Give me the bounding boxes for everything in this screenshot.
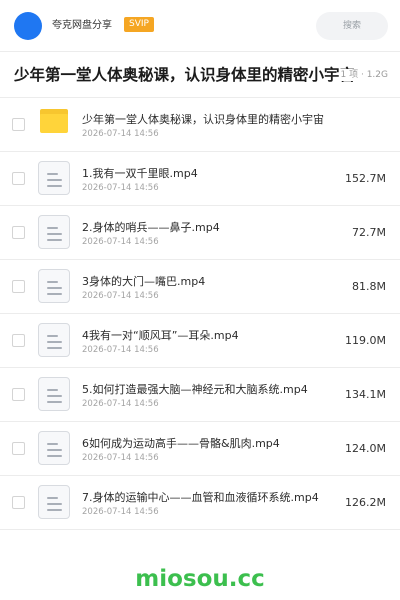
file-row[interactable]: 2.身体的哨兵——鼻子.mp4 2026-07-14 14:56 72.7M [0, 206, 400, 260]
top-header: 夸克网盘分享 SVIP 搜索 [0, 0, 400, 52]
file-date: 2026-07-14 14:56 [82, 183, 159, 193]
file-name: 少年第一堂人体奥秘课，认识身体里的精密小宇宙 [82, 113, 324, 126]
file-date: 2026-07-14 14:56 [82, 399, 159, 409]
app-title: 夸克网盘分享 [52, 20, 112, 31]
file-row[interactable]: 6如何成为运动高手——骨骼&肌肉.mp4 2026-07-14 14:56 12… [0, 422, 400, 476]
file-date: 2026-07-14 14:56 [82, 507, 159, 517]
file-size: 126.2M [345, 496, 386, 509]
site-watermark: miosou.cc [135, 566, 265, 592]
file-size: 124.0M [345, 442, 386, 455]
file-size: 152.7M [345, 172, 386, 185]
file-row-folder[interactable]: 少年第一堂人体奥秘课，认识身体里的精密小宇宙 2026-07-14 14:56 [0, 98, 400, 152]
file-size: 72.7M [352, 226, 386, 239]
video-file-icon [38, 377, 70, 411]
file-row[interactable]: 5.如何打造最强大脑—神经元和大脑系统.mp4 2026-07-14 14:56… [0, 368, 400, 422]
file-date: 2026-07-14 14:56 [82, 291, 159, 301]
row-checkbox[interactable] [12, 442, 25, 455]
share-title-row: 少年第一堂人体奥秘课，认识身体里的精密小宇宙 1 项 · 1.2G [0, 52, 400, 98]
video-file-icon [38, 485, 70, 519]
file-name: 7.身体的运输中心——血管和血液循环系统.mp4 [82, 491, 319, 504]
file-row[interactable]: 7.身体的运输中心——血管和血液循环系统.mp4 2026-07-14 14:5… [0, 476, 400, 530]
row-checkbox[interactable] [12, 334, 25, 347]
file-name: 2.身体的哨兵——鼻子.mp4 [82, 221, 220, 234]
svip-badge: SVIP [124, 17, 154, 32]
row-checkbox[interactable] [12, 388, 25, 401]
file-size: 134.1M [345, 388, 386, 401]
file-name: 6如何成为运动高手——骨骼&肌肉.mp4 [82, 437, 280, 450]
share-meta: 1 项 · 1.2G [338, 69, 388, 81]
file-list: 少年第一堂人体奥秘课，认识身体里的精密小宇宙 2026-07-14 14:56 … [0, 98, 400, 530]
video-file-icon [38, 323, 70, 357]
file-date: 2026-07-14 14:56 [82, 237, 159, 247]
search-input[interactable]: 搜索 [316, 12, 388, 40]
avatar[interactable] [14, 12, 42, 40]
video-file-icon [38, 269, 70, 303]
folder-icon [40, 109, 68, 133]
file-date: 2026-07-14 14:56 [82, 453, 159, 463]
row-checkbox[interactable] [12, 118, 25, 131]
file-size: 81.8M [352, 280, 386, 293]
file-date: 2026-07-14 14:56 [82, 129, 159, 139]
file-name: 5.如何打造最强大脑—神经元和大脑系统.mp4 [82, 383, 308, 396]
row-checkbox[interactable] [12, 496, 25, 509]
page-title: 少年第一堂人体奥秘课，认识身体里的精密小宇宙 [14, 66, 356, 84]
file-date: 2026-07-14 14:56 [82, 345, 159, 355]
file-row[interactable]: 1.我有一双千里眼.mp4 2026-07-14 14:56 152.7M [0, 152, 400, 206]
video-file-icon [38, 215, 70, 249]
video-file-icon [38, 431, 70, 465]
row-checkbox[interactable] [12, 280, 25, 293]
file-name: 1.我有一双千里眼.mp4 [82, 167, 198, 180]
file-name: 4我有一对“顺风耳”—耳朵.mp4 [82, 329, 239, 342]
row-checkbox[interactable] [12, 172, 25, 185]
file-row[interactable]: 4我有一对“顺风耳”—耳朵.mp4 2026-07-14 14:56 119.0… [0, 314, 400, 368]
file-row[interactable]: 3身体的大门—嘴巴.mp4 2026-07-14 14:56 81.8M [0, 260, 400, 314]
row-checkbox[interactable] [12, 226, 25, 239]
video-file-icon [38, 161, 70, 195]
file-size: 119.0M [345, 334, 386, 347]
file-name: 3身体的大门—嘴巴.mp4 [82, 275, 206, 288]
